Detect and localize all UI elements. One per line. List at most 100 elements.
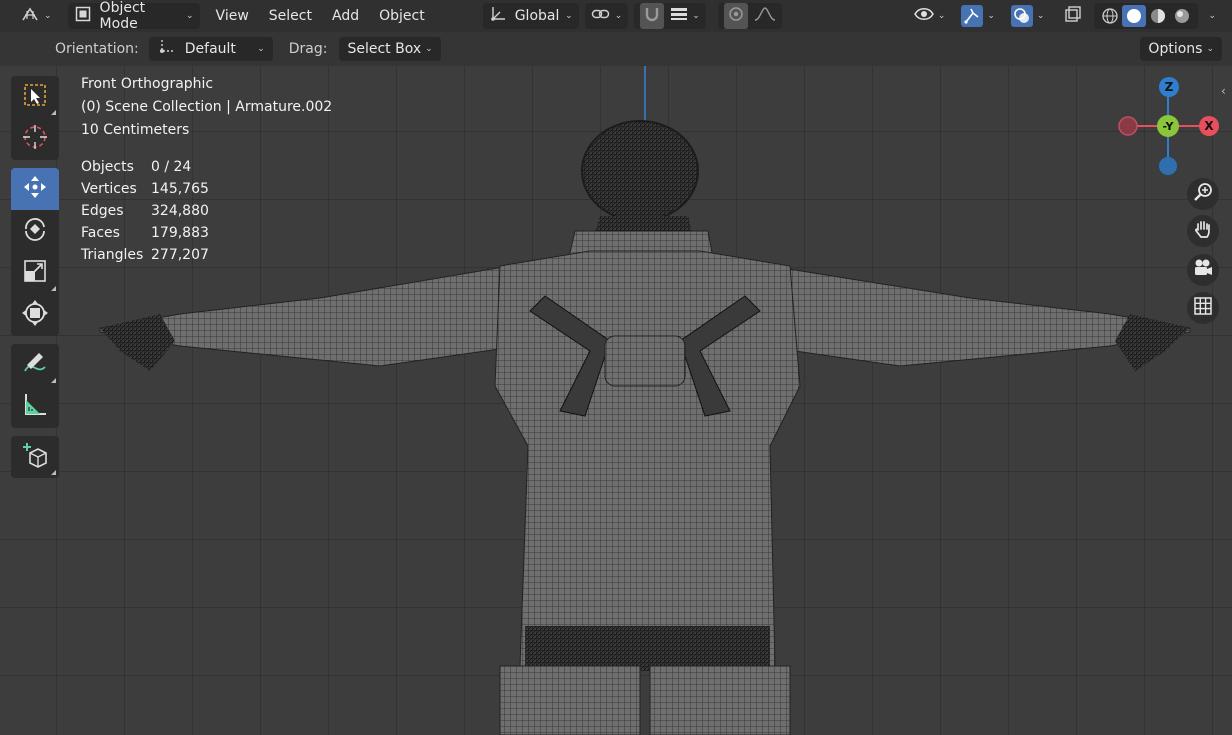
- collection-info: (0) Scene Collection | Armature.002: [81, 99, 333, 115]
- orientation-value: Default: [184, 41, 236, 57]
- measure-tool[interactable]: [11, 386, 59, 428]
- tool-settings-bar: Orientation: Default ⌄ Drag: Select Box …: [0, 32, 1232, 66]
- 3d-cursor-icon: [21, 123, 49, 155]
- solid-shading-icon[interactable]: [1122, 5, 1147, 27]
- drag-dropdown[interactable]: Select Box ⌄: [339, 37, 441, 61]
- mode-selector[interactable]: Object Mode ⌄: [67, 0, 200, 32]
- tool-variant-indicator: [51, 470, 56, 475]
- rotate-tool[interactable]: [11, 210, 59, 252]
- overlays-toggle[interactable]: ⌄: [1005, 3, 1051, 29]
- orientation-dropdown[interactable]: Default ⌄: [148, 37, 273, 61]
- overlays-icon: [1010, 5, 1033, 27]
- add-cube-tool[interactable]: [11, 436, 59, 478]
- stat-row: Vertices 145,765: [81, 178, 209, 200]
- chevron-down-icon: ⌄: [1208, 11, 1216, 21]
- stat-value: 179,883: [151, 225, 209, 241]
- falloff-curve-icon[interactable]: [754, 6, 776, 26]
- scale-icon: [22, 258, 48, 288]
- sidebar-toggle-icon[interactable]: ‹: [1221, 84, 1226, 98]
- options-label: Options: [1148, 41, 1203, 57]
- chevron-down-icon: ⌄: [257, 44, 265, 54]
- mode-label: Object Mode: [99, 0, 146, 32]
- pan-button[interactable]: [1187, 215, 1219, 247]
- wireframe-shading-icon[interactable]: [1098, 5, 1122, 27]
- annotate-tool[interactable]: [11, 344, 59, 386]
- chevron-down-icon: ⌄: [614, 11, 623, 21]
- transform-tool[interactable]: [11, 294, 59, 336]
- transform-icon: [21, 299, 49, 331]
- snap-target-icon[interactable]: [670, 7, 688, 25]
- grid-scale: 10 Centimeters: [81, 122, 190, 138]
- orientation-global-icon: [489, 5, 507, 27]
- scale-tool[interactable]: [11, 252, 59, 294]
- chevron-down-icon: ⌄: [44, 11, 52, 21]
- stat-label: Edges: [81, 203, 124, 219]
- zoom-icon: [1193, 182, 1213, 206]
- gizmo-x-icon[interactable]: X: [1199, 116, 1219, 136]
- menu-view[interactable]: View: [206, 3, 259, 29]
- editor-type-button[interactable]: ⌄: [14, 3, 58, 29]
- ortho-toggle-button[interactable]: [1187, 292, 1219, 324]
- shading-options-dropdown[interactable]: ⌄: [1198, 3, 1222, 29]
- xray-icon: [1064, 5, 1082, 27]
- visibility-dropdown[interactable]: ⌄: [908, 3, 952, 29]
- chevron-down-icon: ⌄: [186, 11, 194, 21]
- pivot-point-dropdown[interactable]: ⌄: [584, 3, 629, 29]
- viewport-info: Front Orthographic (0) Scene Collection …: [81, 73, 332, 142]
- gizmo-neg-y-icon[interactable]: -Y: [1157, 115, 1179, 137]
- xray-toggle[interactable]: [1058, 3, 1088, 29]
- move-tool[interactable]: [11, 168, 59, 210]
- gizmo-x-label: X: [1204, 119, 1214, 133]
- annotate-pen-icon: [21, 349, 49, 381]
- rendered-shading-icon[interactable]: [1170, 5, 1194, 27]
- gizmo-z-icon[interactable]: Z: [1159, 77, 1179, 97]
- tool-variant-indicator: [51, 378, 56, 383]
- view-name: Front Orthographic: [81, 76, 214, 92]
- viewport-header: ⌄ Object Mode ⌄ View Select Add Object G…: [0, 0, 1232, 32]
- menu-object[interactable]: Object: [369, 3, 435, 29]
- menu-select[interactable]: Select: [259, 3, 322, 29]
- select-box-tool[interactable]: [11, 76, 59, 118]
- select-box-icon: [22, 82, 48, 112]
- link-icon: [591, 6, 611, 26]
- rotate-icon: [21, 215, 49, 247]
- move-arrows-icon: [21, 173, 49, 205]
- chevron-down-icon: ⌄: [565, 11, 573, 21]
- orientation-label: Global: [514, 8, 560, 24]
- gizmo-icon: [961, 5, 984, 27]
- material-shading-icon[interactable]: [1146, 5, 1170, 27]
- stat-value: 324,880: [151, 203, 209, 219]
- options-dropdown[interactable]: Options ⌄: [1140, 37, 1222, 61]
- cursor-tool[interactable]: [11, 118, 59, 160]
- hand-icon: [1193, 219, 1213, 243]
- proportional-edit-group: [717, 3, 782, 29]
- stat-value: 145,765: [151, 181, 209, 197]
- grid-icon: [1193, 296, 1213, 320]
- drag-label: Drag:: [288, 41, 328, 57]
- stat-row: Objects 0 / 24: [81, 156, 209, 178]
- stat-row: Edges 324,880: [81, 200, 209, 222]
- drag-value: Select Box: [347, 41, 422, 57]
- stat-row: Faces 179,883: [81, 222, 209, 244]
- chevron-down-icon: ⌄: [1206, 44, 1214, 54]
- snap-group: ⌄: [634, 3, 706, 29]
- snap-magnet-icon[interactable]: [640, 3, 665, 29]
- proportional-edit-icon[interactable]: [723, 3, 748, 29]
- navigation-gizmo[interactable]: Z -Y X: [1110, 74, 1230, 184]
- chevron-down-icon: ⌄: [425, 44, 433, 54]
- orientation-label: Orientation:: [55, 41, 139, 57]
- camera-view-button[interactable]: [1187, 254, 1219, 286]
- orientation-default-icon: [157, 38, 175, 60]
- editor-type-icon: [20, 5, 40, 27]
- stat-label: Faces: [81, 225, 120, 241]
- tool-variant-indicator: [51, 110, 56, 115]
- chevron-down-icon: ⌄: [987, 11, 995, 21]
- menu-add[interactable]: Add: [322, 3, 369, 29]
- tool-shelf: [11, 76, 59, 478]
- gizmo-toggle[interactable]: ⌄: [955, 3, 1001, 29]
- zoom-button[interactable]: [1187, 178, 1219, 210]
- eye-icon: [913, 6, 934, 26]
- stat-value: 277,207: [151, 247, 209, 263]
- transform-orientation-dropdown[interactable]: Global ⌄: [482, 3, 579, 29]
- stat-label: Triangles: [81, 247, 144, 263]
